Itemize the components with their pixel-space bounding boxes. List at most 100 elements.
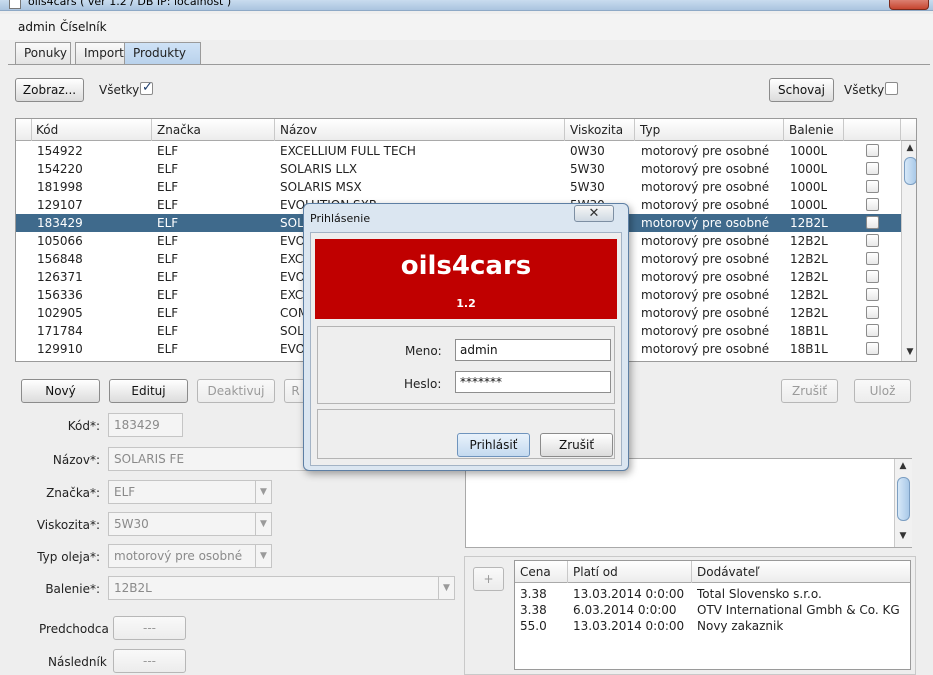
header-checkbox[interactable] bbox=[844, 119, 901, 141]
cell-znacka: ELF bbox=[157, 270, 179, 284]
scroll-up-icon[interactable]: ▲ bbox=[895, 461, 911, 475]
checkmark-icon: ✓ bbox=[142, 80, 153, 95]
cell-kod: 154220 bbox=[37, 162, 83, 176]
row-checkbox[interactable] bbox=[866, 288, 879, 301]
row-checkbox[interactable] bbox=[866, 144, 879, 157]
header-dodavatel[interactable]: Dodávateľ bbox=[692, 561, 910, 583]
header-cena[interactable]: Cena bbox=[515, 561, 568, 583]
cell-nazov: SOLARIS LLX bbox=[280, 162, 358, 176]
menu-admin[interactable]: admin bbox=[18, 20, 56, 34]
cell-kod: 171784 bbox=[37, 324, 83, 338]
row-checkbox[interactable] bbox=[866, 198, 879, 211]
cell-cena: 3.38 bbox=[520, 603, 547, 617]
cell-nazov: EXCELLIUM FULL TECH bbox=[280, 144, 416, 158]
header-viskozita[interactable]: Viskozita bbox=[565, 119, 635, 141]
save-button[interactable]: Ulož bbox=[854, 379, 911, 403]
scroll-down-icon[interactable]: ▼ bbox=[895, 531, 911, 545]
row-checkbox[interactable] bbox=[866, 270, 879, 283]
cell-znacka: ELF bbox=[157, 324, 179, 338]
row-checkbox[interactable] bbox=[866, 342, 879, 355]
cell-typ: motorový pre osobné bbox=[641, 162, 770, 176]
all-left-checkbox[interactable]: ✓ bbox=[140, 80, 153, 95]
header-znacka[interactable]: Značka bbox=[152, 119, 275, 141]
cell-kod: 183429 bbox=[37, 216, 83, 230]
row-checkbox[interactable] bbox=[866, 162, 879, 175]
app-version: 1.2 bbox=[456, 297, 476, 310]
new-button[interactable]: Nový bbox=[21, 379, 100, 403]
all-right-checkbox[interactable] bbox=[885, 82, 898, 95]
header-typ[interactable]: Typ bbox=[635, 119, 784, 141]
table-row[interactable]: 55.0 13.03.2014 0:0:00 Novy zakaznik bbox=[515, 617, 910, 635]
cell-kod: 181998 bbox=[37, 180, 83, 194]
login-dialog-body: oils4cars 1.2 Meno: admin Heslo: *******… bbox=[310, 232, 622, 466]
cell-nazov: EVO bbox=[280, 270, 306, 284]
show-button[interactable]: Zobraz... bbox=[15, 78, 84, 102]
cell-balenie: 1000L bbox=[790, 162, 828, 176]
cell-kod: 154922 bbox=[37, 144, 83, 158]
scroll-up-icon[interactable]: ▲ bbox=[902, 143, 916, 157]
chevron-down-icon[interactable]: ▼ bbox=[255, 513, 271, 535]
menu-ciselnik[interactable]: Číselník bbox=[60, 20, 107, 34]
scroll-thumb[interactable] bbox=[904, 157, 916, 185]
products-table-scrollbar[interactable]: ▲ ▼ bbox=[901, 141, 916, 361]
cancel-edit-button[interactable]: Zrušiť bbox=[781, 379, 838, 403]
chevron-down-icon[interactable]: ▼ bbox=[255, 481, 271, 503]
table-row[interactable]: 181998 ELF SOLARIS MSX 5W30 motorový pre oso… bbox=[16, 178, 901, 196]
chevron-down-icon[interactable]: ▼ bbox=[438, 577, 454, 599]
row-checkbox[interactable] bbox=[866, 216, 879, 229]
edit-button[interactable]: Edituj bbox=[109, 379, 188, 403]
cell-znacka: ELF bbox=[157, 252, 179, 266]
cell-balenie: 18B1L bbox=[790, 342, 828, 356]
row-checkbox[interactable] bbox=[866, 234, 879, 247]
add-price-button[interactable]: + bbox=[473, 567, 504, 591]
viskozita-combo[interactable]: 5W30 ▼ bbox=[108, 512, 272, 536]
header-kod[interactable]: Kód bbox=[32, 119, 152, 141]
password-label: Heslo: bbox=[404, 377, 442, 391]
cell-znacka: ELF bbox=[157, 180, 179, 194]
cell-typ: motorový pre osobné bbox=[641, 324, 770, 338]
close-icon[interactable]: ✕ bbox=[574, 205, 614, 222]
window-close-button[interactable] bbox=[889, 0, 929, 10]
hide-button[interactable]: Schovaj bbox=[769, 78, 834, 102]
row-checkbox[interactable] bbox=[866, 252, 879, 265]
znacka-label: Značka*: bbox=[46, 486, 100, 500]
password-input[interactable]: ******* bbox=[455, 371, 611, 393]
chevron-down-icon[interactable]: ▼ bbox=[255, 545, 271, 567]
scroll-thumb[interactable] bbox=[897, 477, 910, 521]
row-checkbox[interactable] bbox=[866, 306, 879, 319]
login-dialog: Prihlásenie ✕ oils4cars 1.2 Meno: admin … bbox=[303, 203, 629, 471]
cell-balenie: 12B2L bbox=[790, 216, 828, 230]
table-row[interactable]: 154220 ELF SOLARIS LLX 5W30 motorový pre oso… bbox=[16, 160, 901, 178]
cell-plati-od: 6.03.2014 0:0:00 bbox=[573, 603, 677, 617]
cell-dodavatel: Total Slovensko s.r.o. bbox=[697, 587, 822, 601]
tab-produkty[interactable]: Produkty bbox=[124, 42, 201, 64]
balenie-combo[interactable]: 12B2L ▼ bbox=[108, 576, 455, 600]
predchodca-label: Predchodca bbox=[39, 622, 109, 636]
header-nazov[interactable]: Názov bbox=[275, 119, 565, 141]
cell-typ: motorový pre osobné bbox=[641, 144, 770, 158]
predchodca-button[interactable]: --- bbox=[113, 616, 186, 640]
row-checkbox[interactable] bbox=[866, 180, 879, 193]
cell-typ: motorový pre osobné bbox=[641, 342, 770, 356]
deactivate-button[interactable]: Deaktivuj bbox=[197, 379, 275, 403]
scroll-down-icon[interactable]: ▼ bbox=[902, 347, 916, 361]
table-row[interactable]: 154922 ELF EXCELLIUM FULL TECH 0W30 motorový… bbox=[16, 142, 901, 160]
description-scrollbar[interactable]: ▲ ▼ bbox=[894, 459, 912, 547]
login-button[interactable]: Prihlásiť bbox=[457, 433, 530, 457]
znacka-combo[interactable]: ELF ▼ bbox=[108, 480, 272, 504]
header-balenie[interactable]: Balenie bbox=[784, 119, 844, 141]
row-checkbox[interactable] bbox=[866, 324, 879, 337]
cell-znacka: ELF bbox=[157, 342, 179, 356]
dialog-cancel-button[interactable]: Zrušiť bbox=[540, 433, 613, 457]
cell-balenie: 12B2L bbox=[790, 306, 828, 320]
naslednik-button[interactable]: --- bbox=[113, 649, 186, 673]
login-dialog-title: Prihlásenie bbox=[310, 212, 371, 225]
tab-ponuky[interactable]: Ponuky bbox=[15, 42, 71, 64]
typ-oleja-combo[interactable]: motorový pre osobné ▼ bbox=[108, 544, 272, 568]
header-plati-od[interactable]: Platí od bbox=[568, 561, 692, 583]
username-input[interactable]: admin bbox=[455, 339, 611, 361]
description-textarea[interactable]: ▲ ▼ bbox=[465, 458, 912, 548]
kod-field[interactable]: 183429 bbox=[108, 413, 183, 437]
cell-viskozita: 0W30 bbox=[570, 144, 605, 158]
nazov-field[interactable]: SOLARIS FE bbox=[108, 447, 308, 471]
